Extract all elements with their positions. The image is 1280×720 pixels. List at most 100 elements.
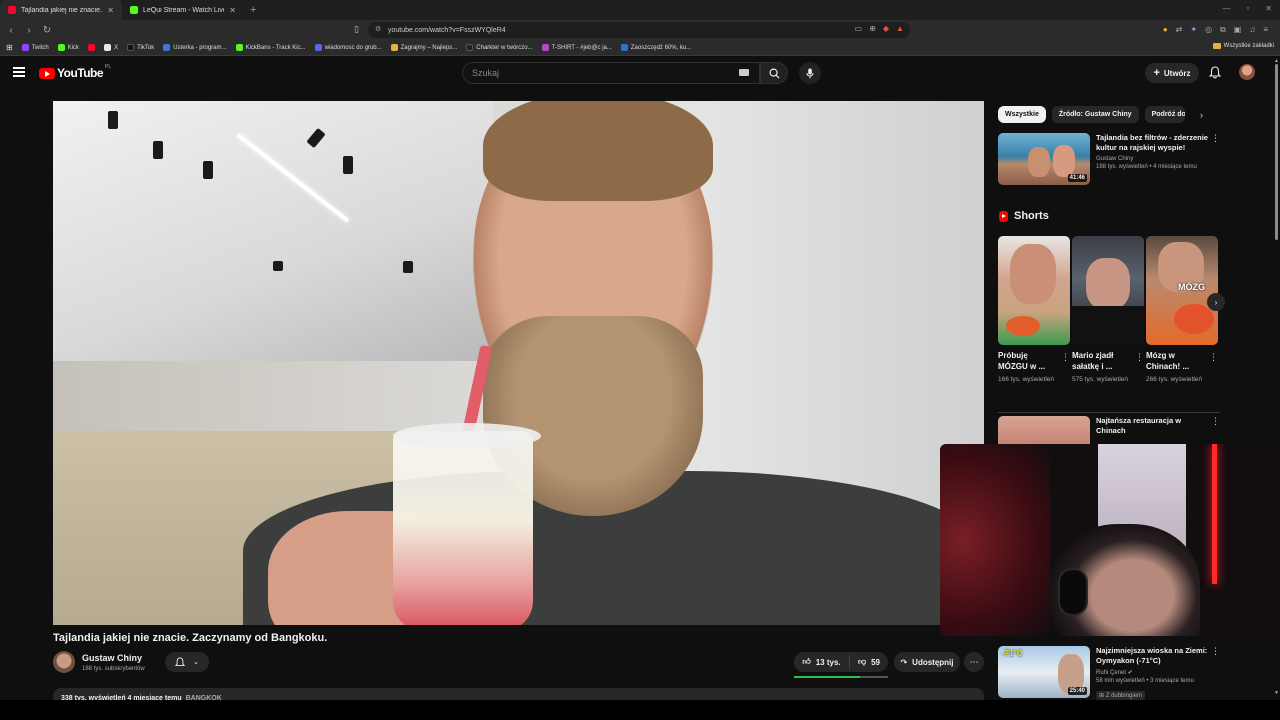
site-info-icon[interactable]: ⚙ [375, 25, 381, 33]
more-vert-icon[interactable]: ⋮ [1135, 352, 1144, 363]
close-tab-icon[interactable]: ✕ [229, 6, 236, 15]
scroll-down-icon[interactable]: ▼ [1274, 690, 1279, 696]
brave-rewards-icon[interactable]: ▲ [896, 24, 904, 33]
chip-travel[interactable]: Podróż do [1144, 106, 1185, 123]
page-scrollbar[interactable] [1275, 64, 1278, 240]
webcam-overlay [940, 444, 1280, 636]
subscriber-count: 188 tys. subskrybentów [82, 666, 145, 672]
menu-dots-icon[interactable]: ≡ [1263, 25, 1268, 35]
bookmark-youtube[interactable] [88, 44, 96, 51]
close-tab-icon[interactable]: ✕ [107, 6, 114, 15]
more-vert-icon[interactable]: ⋮ [1211, 416, 1220, 427]
browser-tab-bar: Tajlandia jakiej nie znacie. Za ✕ LeQui … [0, 0, 1280, 20]
hamburger-menu-icon[interactable] [13, 67, 25, 77]
recommendation-channel[interactable]: Ruhi Çenet ✔ [1096, 669, 1210, 676]
short-title[interactable]: Mózg w Chinach! ... [1146, 350, 1206, 372]
share-button[interactable]: ↷ Udostępnij [894, 652, 960, 672]
thumbs-up-icon: 👍︎ [802, 657, 811, 666]
bookmark-tiktok[interactable]: TikTok [127, 44, 154, 51]
extension-icon[interactable]: ◎ [1205, 25, 1212, 35]
create-button[interactable]: + Utwórz [1145, 63, 1199, 83]
extension-icon[interactable]: ● [1163, 25, 1168, 35]
chevron-right-icon[interactable]: › [1200, 110, 1203, 120]
thumbs-down-icon: 👎︎ [857, 657, 867, 666]
more-vert-icon[interactable]: ⋮ [1211, 133, 1220, 144]
video-thumbnail[interactable]: 41:46 [998, 133, 1090, 185]
recommendation-item[interactable]: -71°C 25:40 Najzimniejsza wioska na Ziem… [998, 646, 1220, 700]
short-title[interactable]: Mario zjadł sałatkę i ... [1072, 350, 1132, 372]
recommendation-channel[interactable]: Gustaw Chiny [1096, 156, 1210, 162]
bookmark-twitch[interactable]: Twitch [21, 44, 49, 51]
all-bookmarks-folder[interactable]: Wszystkie zakładki [1212, 43, 1274, 49]
short-thumbnail[interactable]: MÓZG [1146, 236, 1218, 345]
chip-source-channel[interactable]: Źródło: Gustaw Chiny [1051, 106, 1139, 123]
recommendation-title[interactable]: Najzimniejsza wioska na Ziemi: Oymyakon … [1096, 646, 1210, 666]
short-item[interactable]: MÓZG Mózg w Chinach! ... 266 tys. wyświe… [1146, 236, 1218, 385]
screen-bottom-bar [0, 700, 1280, 720]
brave-shield-icon[interactable]: ◆ [883, 24, 889, 33]
search-input[interactable]: Szukaj [462, 62, 760, 84]
channel-name[interactable]: Gustaw Chiny [82, 653, 142, 663]
short-thumbnail[interactable] [998, 236, 1070, 345]
short-views: 266 tys. wyświetleń [1146, 376, 1202, 383]
bookmark-zagrajmy[interactable]: Zagrajmy – Najleps... [390, 44, 457, 51]
puzzle-icon[interactable]: ⧉ [1220, 25, 1226, 35]
short-item[interactable]: Mario zjadł sałatkę i ... 575 tys. wyświ… [1072, 236, 1144, 385]
bookmark-x[interactable]: X [104, 44, 118, 51]
extension-icon[interactable]: ✦ [1190, 25, 1197, 35]
more-vert-icon[interactable]: ⋮ [1061, 352, 1070, 363]
bookmark-usterka[interactable]: Usterka - program... [163, 44, 227, 51]
bookmark-kick[interactable]: Kick [57, 44, 79, 51]
dislike-button[interactable]: 👎︎ 59 [850, 657, 888, 667]
address-bar[interactable]: ▯ ⚙ youtube.com/watch?v=FsszWYQleR4 ▭ ⊕ … [354, 22, 910, 38]
recommendation-title[interactable]: Najtańsza restauracja w Chinach [1096, 416, 1210, 436]
extension-icon[interactable]: ⇄ [1176, 25, 1183, 35]
bookmark-icon[interactable]: ▯ [354, 24, 359, 35]
new-tab-button[interactable]: + [250, 4, 256, 16]
subscription-bell-button[interactable]: ⌄ [165, 652, 209, 672]
keyboard-icon[interactable] [739, 69, 749, 76]
maximize-icon[interactable]: ▫ [1246, 4, 1249, 13]
video-thumbnail[interactable]: -71°C 25:40 [998, 646, 1090, 698]
video-player[interactable] [53, 101, 984, 625]
forward-icon[interactable]: › [22, 25, 36, 36]
sidebar-toggle-icon[interactable]: ▣ [1234, 25, 1242, 35]
account-avatar[interactable] [1239, 64, 1255, 80]
notifications-bell-icon[interactable] [1209, 66, 1221, 79]
cast-icon[interactable]: ▭ [855, 24, 863, 33]
search-button[interactable] [760, 62, 788, 84]
zoom-icon[interactable]: ⊕ [869, 24, 876, 33]
close-window-icon[interactable]: ✕ [1265, 4, 1272, 13]
like-button[interactable]: 👍︎ 13 tys. [794, 655, 850, 669]
search-placeholder: Szukaj [472, 68, 500, 78]
browser-tab-youtube[interactable]: Tajlandia jakiej nie znacie. Za ✕ [0, 0, 122, 20]
recommendation-title[interactable]: Tajlandia bez filtrów - zderzenie kultur… [1096, 133, 1210, 153]
apps-grid-icon[interactable]: ⊞ [6, 43, 13, 52]
short-thumbnail[interactable] [1072, 236, 1144, 345]
shorts-next-button[interactable]: › [1207, 293, 1225, 311]
more-vert-icon[interactable]: ⋮ [1211, 646, 1220, 657]
voice-search-button[interactable] [799, 62, 821, 84]
bookmark-tshirt[interactable]: T-SHIRT - #jeb@c ja... [541, 44, 612, 51]
channel-avatar[interactable] [53, 651, 75, 673]
bookmark-charakter[interactable]: Charkter w twórczo... [466, 44, 533, 51]
more-vert-icon[interactable]: ⋮ [1209, 352, 1218, 363]
browser-tab-kick[interactable]: LeQui Stream - Watch Live on Kick ✕ [122, 0, 244, 20]
bookmark-kickbans[interactable]: KickBans - Track Kic... [235, 44, 306, 51]
back-icon[interactable]: ‹ [4, 25, 18, 36]
chip-all[interactable]: Wszystkie [998, 106, 1046, 123]
short-title[interactable]: Próbuję MÓZGU w ... [998, 350, 1058, 372]
music-icon[interactable]: ♫ [1249, 25, 1255, 35]
section-divider [998, 412, 1220, 413]
bookmark-deal[interactable]: Zaoszczędź 60%, ku... [620, 44, 691, 51]
minimize-icon[interactable]: — [1222, 4, 1230, 13]
more-actions-button[interactable]: ⋯ [964, 652, 984, 672]
short-item[interactable]: Próbuję MÓZGU w ... 166 tys. wyświetleń … [998, 236, 1070, 385]
verified-icon: ✔ [1127, 670, 1133, 676]
bookmark-discord[interactable]: wiadomosc do grub... [314, 44, 382, 51]
youtube-icon [88, 44, 96, 51]
reload-icon[interactable]: ↻ [40, 25, 54, 36]
youtube-logo[interactable]: YouTube PL [39, 64, 111, 80]
recommendation-item[interactable]: 41:46 Tajlandia bez filtrów - zderzenie … [998, 133, 1220, 187]
tshirt-icon [541, 44, 549, 51]
